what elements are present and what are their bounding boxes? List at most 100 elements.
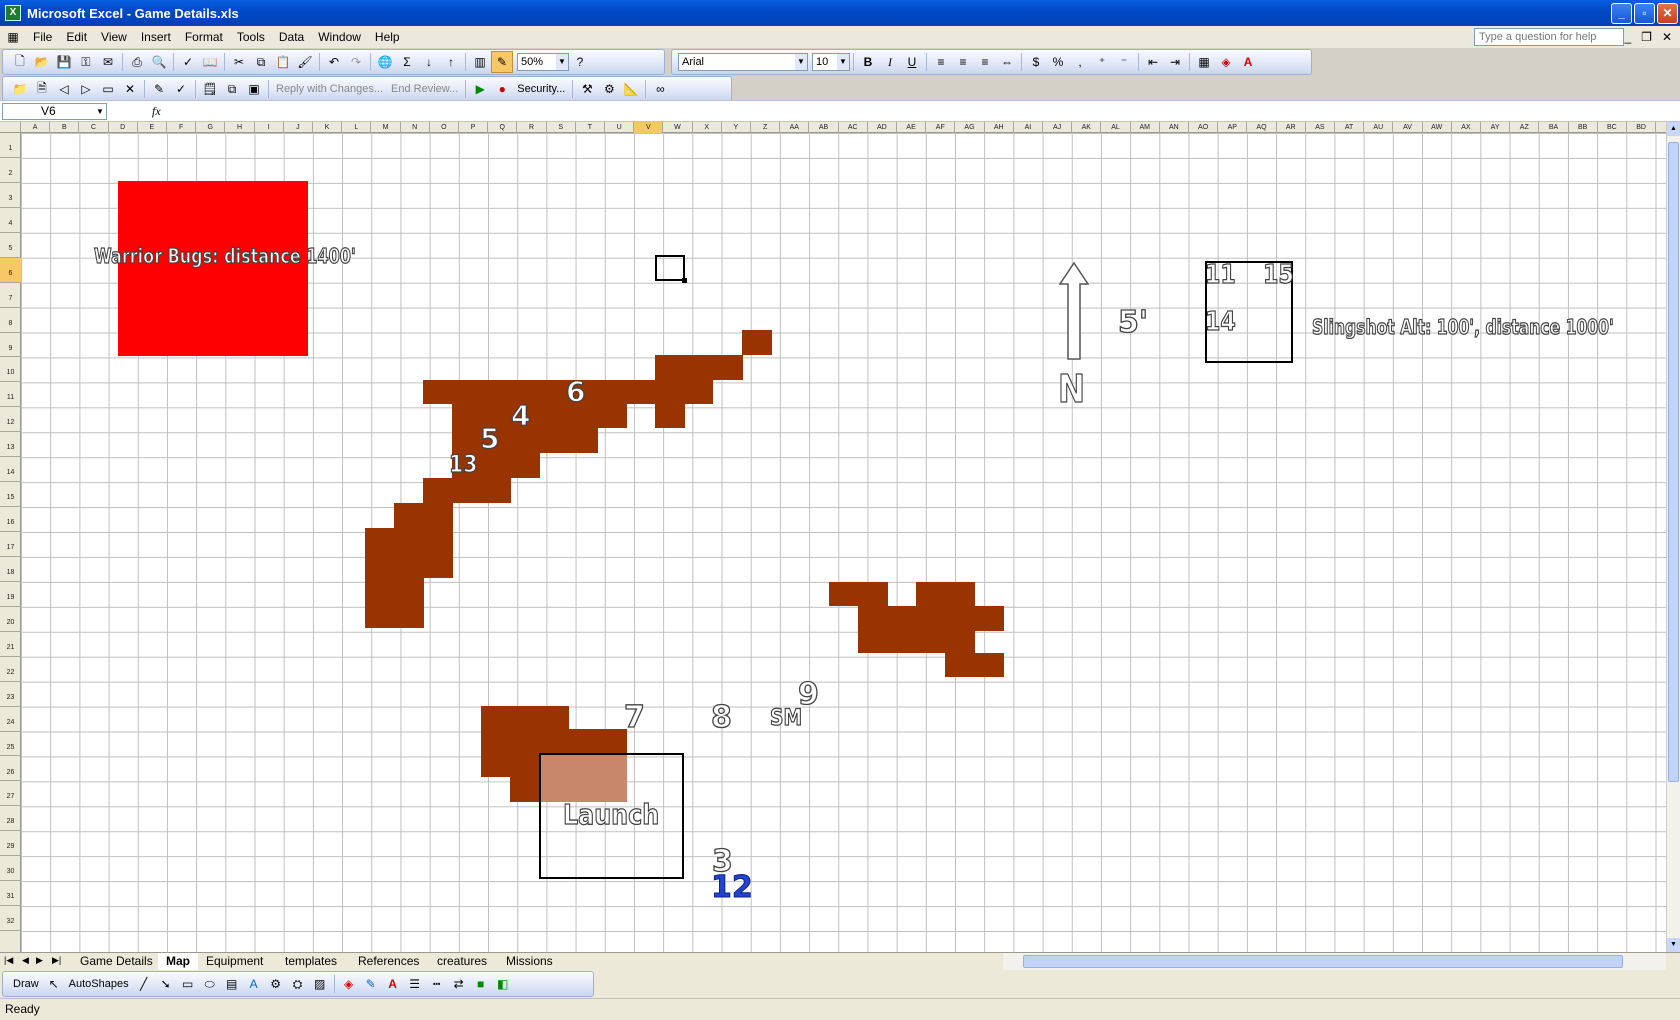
column-header[interactable]: AJ bbox=[1043, 122, 1073, 133]
insert-function-icon[interactable]: fx bbox=[152, 104, 161, 119]
row-header[interactable]: 31 bbox=[0, 881, 21, 907]
row-header[interactable]: 14 bbox=[0, 457, 21, 483]
column-header[interactable]: AW bbox=[1423, 122, 1452, 133]
row-header[interactable]: 5 bbox=[0, 233, 21, 258]
terrain-block[interactable] bbox=[423, 478, 511, 503]
warrior-bugs-label[interactable]: Warrior Bugs: distance 1400' bbox=[93, 243, 356, 268]
marker-5[interactable]: 5 bbox=[479, 421, 500, 455]
folder-icon[interactable]: 📁 bbox=[9, 78, 31, 100]
row-header[interactable]: 15 bbox=[0, 482, 21, 508]
formula-input[interactable] bbox=[172, 104, 1662, 119]
show-comment-icon[interactable]: ▭ bbox=[97, 78, 119, 100]
track-changes-icon[interactable]: ✎ bbox=[148, 78, 170, 100]
email-icon[interactable]: ✉ bbox=[97, 51, 119, 73]
tab-references[interactable]: References bbox=[350, 953, 427, 970]
marker-15[interactable]: 15 bbox=[1262, 259, 1294, 290]
terrain-block[interactable] bbox=[481, 706, 569, 729]
close-button[interactable]: ✕ bbox=[1657, 3, 1678, 24]
column-header[interactable]: AS bbox=[1306, 122, 1335, 133]
wordart-icon[interactable]: A bbox=[243, 973, 265, 995]
column-header[interactable]: D bbox=[109, 122, 138, 133]
security-button[interactable]: Security... bbox=[513, 83, 569, 95]
script-editor-icon[interactable]: ∞ bbox=[649, 78, 671, 100]
terrain-block[interactable] bbox=[655, 404, 685, 428]
increase-indent-icon[interactable]: ⇥ bbox=[1164, 51, 1186, 73]
merge-icon[interactable]: ⧉ bbox=[221, 78, 243, 100]
align-right-icon[interactable]: ≡ bbox=[974, 51, 996, 73]
draw-menu-button[interactable]: Draw bbox=[9, 978, 43, 990]
row-header[interactable]: 3 bbox=[0, 183, 21, 208]
underline-button[interactable]: U bbox=[901, 51, 923, 73]
dash-style-icon[interactable]: ┅ bbox=[426, 973, 448, 995]
column-header[interactable]: B bbox=[50, 122, 80, 133]
column-header[interactable]: AK bbox=[1072, 122, 1102, 133]
column-header[interactable]: AL bbox=[1101, 122, 1131, 133]
scroll-thumb[interactable] bbox=[1023, 955, 1623, 968]
shadow-icon[interactable]: ■ bbox=[470, 973, 492, 995]
print-preview-icon[interactable]: 🔍 bbox=[148, 51, 170, 73]
doc-minimize-button[interactable]: _ bbox=[1624, 30, 1631, 44]
terrain-block[interactable] bbox=[916, 582, 975, 606]
new-icon[interactable]: 🗋 bbox=[9, 51, 31, 73]
arrow-icon[interactable]: ➘ bbox=[155, 973, 177, 995]
column-header[interactable]: AB bbox=[809, 122, 839, 133]
scale-label[interactable]: 5' bbox=[1117, 304, 1148, 340]
sticky-note-icon[interactable]: 🗒 bbox=[199, 78, 221, 100]
merge-center-icon[interactable]: ⇔ bbox=[996, 51, 1018, 73]
row-header[interactable]: 19 bbox=[0, 582, 21, 607]
undo-icon[interactable]: ↶ bbox=[323, 51, 345, 73]
column-header[interactable]: N bbox=[401, 122, 430, 133]
marker-7[interactable]: 7 bbox=[623, 699, 645, 735]
terrain-block[interactable] bbox=[481, 729, 627, 754]
terrain-block[interactable] bbox=[829, 582, 888, 606]
column-header[interactable]: BC bbox=[1598, 122, 1627, 133]
record-macro-icon[interactable]: ● bbox=[491, 78, 513, 100]
column-header[interactable]: O bbox=[430, 122, 459, 133]
column-header[interactable]: AC bbox=[839, 122, 868, 133]
row-header[interactable]: 16 bbox=[0, 507, 21, 533]
terrain-block[interactable] bbox=[945, 653, 1004, 677]
font-color-icon[interactable]: A bbox=[382, 973, 404, 995]
align-left-icon[interactable]: ≡ bbox=[930, 51, 952, 73]
row-header[interactable]: 8 bbox=[0, 308, 21, 333]
column-header[interactable]: C bbox=[79, 122, 109, 133]
vertical-scrollbar[interactable]: ▲ ▼ bbox=[1666, 122, 1680, 952]
column-header[interactable]: BA bbox=[1539, 122, 1569, 133]
marker-9[interactable]: 9 bbox=[797, 676, 819, 712]
rectangle-icon[interactable]: ▭ bbox=[177, 973, 199, 995]
decrease-indent-icon[interactable]: ⇤ bbox=[1142, 51, 1164, 73]
name-box[interactable]: V6 ▼ bbox=[2, 103, 107, 120]
research-icon[interactable]: 📖 bbox=[199, 51, 221, 73]
row-header[interactable]: 13 bbox=[0, 432, 21, 458]
column-header[interactable]: I bbox=[255, 122, 284, 133]
reply-with-changes-button[interactable]: Reply with Changes... bbox=[272, 83, 387, 95]
tab-game-details[interactable]: Game Details bbox=[72, 953, 161, 970]
paste-icon[interactable]: 📋 bbox=[272, 51, 294, 73]
column-header[interactable]: AN bbox=[1160, 122, 1189, 133]
column-header[interactable]: AR bbox=[1277, 122, 1306, 133]
row-header[interactable]: 22 bbox=[0, 657, 21, 682]
row-header[interactable]: 4 bbox=[0, 208, 21, 233]
terrain-block[interactable] bbox=[510, 777, 540, 802]
menu-edit[interactable]: Edit bbox=[59, 26, 94, 48]
column-header[interactable]: Q bbox=[488, 122, 518, 133]
clip-art-icon[interactable]: ⛭ bbox=[287, 973, 309, 995]
increase-decimal-icon[interactable]: ⁺ bbox=[1091, 51, 1113, 73]
column-header[interactable]: Z bbox=[751, 122, 781, 133]
selected-cell[interactable] bbox=[655, 255, 687, 283]
visual-basic-icon[interactable]: ⚒ bbox=[576, 78, 598, 100]
help-search-input[interactable]: Type a question for help bbox=[1474, 28, 1624, 46]
column-header[interactable]: U bbox=[605, 122, 635, 133]
design-mode-icon[interactable]: 📐 bbox=[620, 78, 642, 100]
column-header[interactable]: H bbox=[225, 122, 255, 133]
currency-icon[interactable]: $ bbox=[1025, 51, 1047, 73]
column-header[interactable]: BB bbox=[1569, 122, 1598, 133]
attach-icon[interactable]: 🗎 bbox=[31, 78, 53, 100]
cut-icon[interactable]: ✂ bbox=[228, 51, 250, 73]
autoshapes-menu-button[interactable]: AutoShapes bbox=[65, 978, 133, 990]
scroll-thumb[interactable] bbox=[1668, 142, 1679, 782]
marker-6[interactable]: 6 bbox=[565, 374, 586, 408]
row-header[interactable]: 29 bbox=[0, 831, 21, 857]
comma-icon[interactable]: , bbox=[1069, 51, 1091, 73]
oval-icon[interactable]: ⬭ bbox=[199, 973, 221, 995]
